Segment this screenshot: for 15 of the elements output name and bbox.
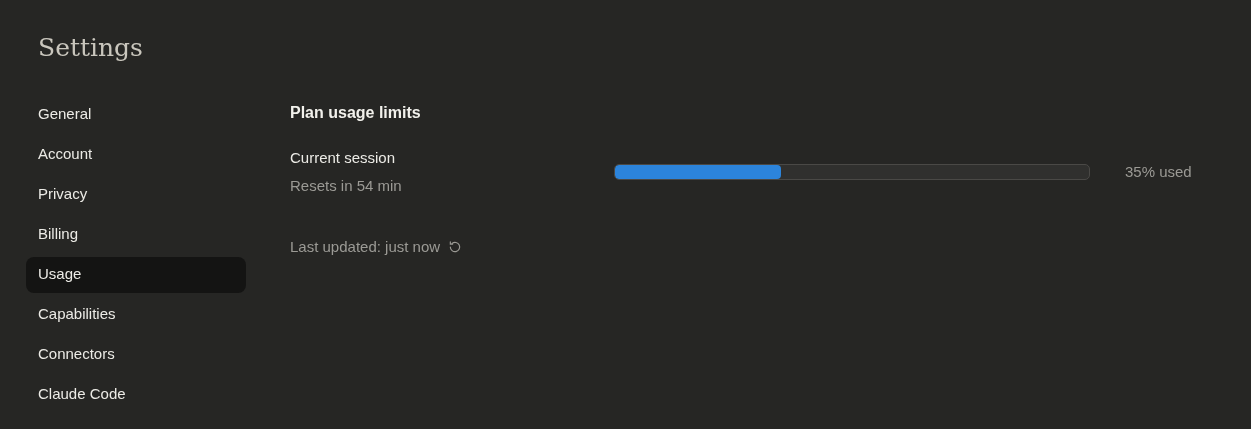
last-updated-text: Last updated: just now [290, 236, 441, 257]
sidebar-item[interactable]: General [26, 96, 246, 133]
section-heading: Plan usage limits [290, 102, 421, 123]
refresh-icon[interactable] [448, 239, 463, 254]
page-title: Settings [38, 32, 143, 64]
sidebar-item[interactable]: Connectors [26, 336, 246, 373]
sidebar-item[interactable]: Billing [26, 216, 246, 253]
sidebar-item[interactable]: Account [26, 136, 246, 173]
limit-detail: Resets in 54 min [290, 176, 402, 196]
sidebar-item[interactable]: Privacy [26, 176, 246, 213]
limit-name: Current session [290, 147, 396, 168]
usage-reading: 35% used [1125, 161, 1192, 182]
sidebar-item[interactable]: Usage [26, 256, 246, 293]
sidebar-item[interactable]: Claude Code [26, 376, 246, 413]
sidebar-item[interactable]: Capabilities [26, 296, 246, 333]
